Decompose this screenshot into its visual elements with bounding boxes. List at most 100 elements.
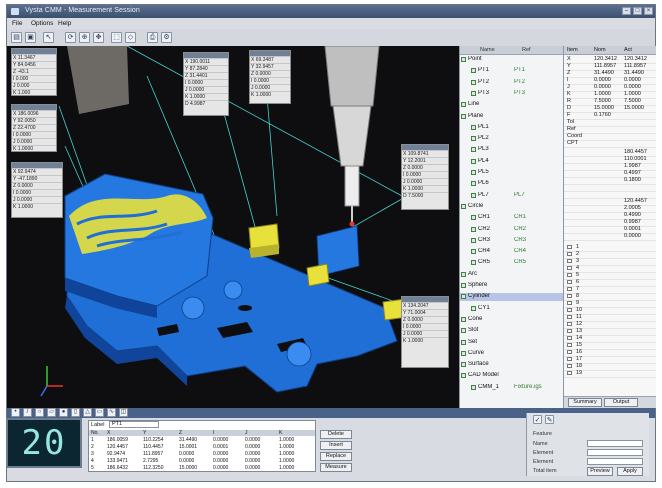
tree-node[interactable]: CR3 CR3 xyxy=(460,237,564,245)
delete-button[interactable]: Delete xyxy=(320,430,352,439)
feature-overlay-5[interactable]: X 69.3487 Y 32.9457 Z 0.0000 I 0.0000 J … xyxy=(249,50,291,104)
tree-node[interactable]: Point xyxy=(460,56,564,64)
tree-node[interactable]: CR1 CR1 xyxy=(460,214,564,222)
table-row[interactable]: 5 186.6432 112.3250 15.0000 0.0000 0.0000 1.00… xyxy=(89,465,315,471)
tree-node[interactable]: PT2 PT2 xyxy=(460,79,564,87)
tree-node[interactable]: Surface xyxy=(460,361,564,369)
checkbox[interactable] xyxy=(567,273,572,277)
checkbox[interactable] xyxy=(567,357,572,361)
insert-button[interactable]: Insert xyxy=(320,441,352,450)
checkbox[interactable] xyxy=(567,343,572,347)
property-row[interactable]: CPT xyxy=(564,140,656,148)
check-row[interactable]: 19 xyxy=(564,370,656,378)
checkbox[interactable] xyxy=(567,371,572,375)
checkbox[interactable] xyxy=(567,245,572,249)
filter-input[interactable]: PT1 xyxy=(109,421,159,428)
replace-button[interactable]: Replace xyxy=(320,452,352,461)
feature-overlay-1[interactable]: X 11.3467 Y 84.0456 Z -43.1 I 0.000 J 0.… xyxy=(11,48,57,96)
slot-icon[interactable]: ▭ xyxy=(95,408,104,417)
checkbox[interactable] xyxy=(567,315,572,319)
tree-node[interactable]: Set xyxy=(460,339,564,347)
checkbox[interactable] xyxy=(567,294,572,298)
menu-help[interactable]: Help xyxy=(58,20,71,27)
fit-icon[interactable]: ⬚ xyxy=(111,32,122,43)
feature-overlay-2[interactable]: X 186.0096 Y 92.0050 Z 22.4700 I 0.0000 … xyxy=(11,104,57,152)
tree-node[interactable]: CAD Model xyxy=(460,372,564,380)
checkbox[interactable] xyxy=(567,336,572,340)
measurement-table[interactable]: Label PT1 No. X Y Z I J K 1 186.0059 110.2254 31.4… xyxy=(88,420,316,472)
table-row[interactable]: 2 120.4457 110.4457 15.0001 0.0001 0.0000 1.00… xyxy=(89,444,315,450)
checkbox[interactable] xyxy=(567,259,572,263)
tree-node[interactable]: CY1 xyxy=(460,305,564,313)
tab-output[interactable]: Output xyxy=(604,398,638,407)
tree-node[interactable]: Cone xyxy=(460,316,564,324)
tree-node[interactable]: CMM_1 Fixture.igs xyxy=(460,384,564,392)
tree-node[interactable]: PL1 xyxy=(460,124,564,132)
surface-icon[interactable]: ◫ xyxy=(119,408,128,417)
name-field[interactable] xyxy=(587,440,643,447)
checkbox[interactable] xyxy=(567,266,572,270)
pan-icon[interactable]: ✥ xyxy=(93,32,104,43)
feature-overlay-6[interactable]: X 109.8741 Y 12.2001 Z 0.0000 I 0.0000 J… xyxy=(401,144,449,210)
maximize-button[interactable]: □ xyxy=(633,7,642,15)
sphere-icon[interactable]: ● xyxy=(59,408,68,417)
tree-node[interactable]: Sphere xyxy=(460,282,564,290)
edit-icon[interactable]: ✎ xyxy=(545,415,554,424)
print-icon[interactable]: ⎙ xyxy=(147,32,158,43)
checkbox[interactable] xyxy=(567,280,572,284)
tab-summary[interactable]: Summary xyxy=(568,398,602,407)
tree-node[interactable]: Slot xyxy=(460,327,564,335)
tree-node[interactable]: Cylinder xyxy=(460,293,564,302)
table-row[interactable]: 3 92.9474 111.8957 0.0000 0.0000 0.0000 1.0000 xyxy=(89,451,315,457)
checkbox[interactable] xyxy=(567,301,572,305)
tree-node[interactable]: PT3 PT3 xyxy=(460,90,564,98)
line-icon[interactable]: / xyxy=(23,408,32,417)
checkbox[interactable] xyxy=(567,350,572,354)
zoom-icon[interactable]: ⊕ xyxy=(79,32,90,43)
minimize-button[interactable]: – xyxy=(622,7,631,15)
cylinder-icon[interactable]: ▯ xyxy=(71,408,80,417)
tree-node[interactable]: CR4 CR4 xyxy=(460,248,564,256)
save-icon[interactable]: ▣ xyxy=(25,32,36,43)
measure-icon[interactable]: ◇ xyxy=(125,32,136,43)
checkbox[interactable] xyxy=(567,252,572,256)
tree-node[interactable]: PT1 PT1 xyxy=(460,67,564,75)
3d-viewport[interactable]: X 11.3467 Y 84.0456 Z -43.1 I 0.000 J 0.… xyxy=(7,46,459,408)
tree-node[interactable]: PL6 xyxy=(460,180,564,188)
tree-node[interactable]: CR5 CR5 xyxy=(460,259,564,267)
element-field[interactable] xyxy=(587,449,643,456)
plane-icon[interactable]: ▱ xyxy=(47,408,56,417)
checkbox[interactable] xyxy=(567,308,572,312)
rotate-icon[interactable]: ⟳ xyxy=(65,32,76,43)
tree-node[interactable]: PL4 xyxy=(460,158,564,166)
measure-button[interactable]: Measure xyxy=(320,463,352,472)
point-icon[interactable]: • xyxy=(11,408,20,417)
tree-node[interactable]: Plane xyxy=(460,113,564,121)
settings-icon[interactable]: ⚙ xyxy=(161,32,172,43)
circle-icon[interactable]: ○ xyxy=(35,408,44,417)
feature-overlay-7[interactable]: X 134.2047 Y 71.0004 Z 0.0000 I 0.0000 J… xyxy=(401,296,449,368)
table-row[interactable]: 4 133.9471 2.7295 0.0000 0.0000 0.0000 1.0000 xyxy=(89,458,315,464)
apply-button[interactable]: Apply xyxy=(617,467,643,476)
tree-node[interactable]: PL7 PL7 xyxy=(460,192,564,200)
tree-node[interactable]: Arc xyxy=(460,271,564,279)
curve-icon[interactable]: ∿ xyxy=(107,408,116,417)
pin-icon[interactable]: ✓ xyxy=(533,415,542,424)
feature-overlay-4[interactable]: X 190.0011 Y 87.2840 Z 31.4401 I 0.0000 … xyxy=(183,52,229,116)
feature-overlay-3[interactable]: X 92.9474 Y -47.1890 Z 0.0000 I 0.0000 J… xyxy=(11,162,63,218)
tree-node[interactable]: Curve xyxy=(460,350,564,358)
open-icon[interactable]: ▤ xyxy=(11,32,22,43)
checkbox[interactable] xyxy=(567,322,572,326)
tree-node[interactable]: Line xyxy=(460,101,564,109)
cone-icon[interactable]: △ xyxy=(83,408,92,417)
tree-node[interactable]: PL5 xyxy=(460,169,564,177)
tree-node[interactable]: PL3 xyxy=(460,146,564,154)
checkbox[interactable] xyxy=(567,329,572,333)
element-field-2[interactable] xyxy=(587,458,643,465)
menu-file[interactable]: File xyxy=(12,20,22,27)
close-button[interactable]: × xyxy=(644,7,653,15)
table-row[interactable]: 1 186.0059 110.2254 31.4490 0.0000 0.0000 1.00… xyxy=(89,437,315,443)
tree-node[interactable]: PL2 xyxy=(460,135,564,143)
menu-options[interactable]: Options xyxy=(31,20,53,27)
tree-node[interactable]: Circle xyxy=(460,203,564,211)
